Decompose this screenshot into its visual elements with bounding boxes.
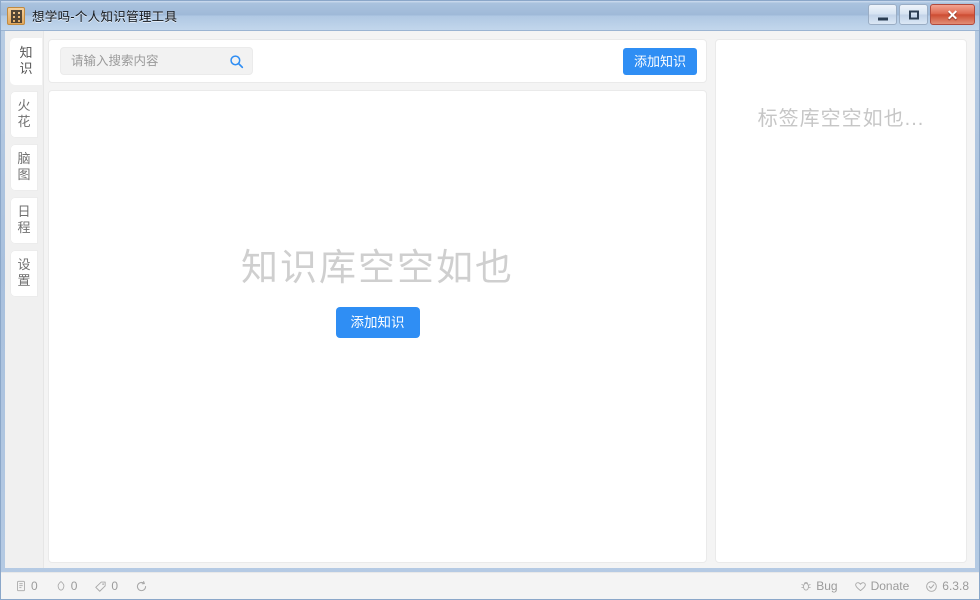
status-spark-count: 0 [55,579,78,593]
sidebar-item-settings[interactable]: 设 置 [10,250,38,297]
status-links: Bug Donate 6.3.8 [800,580,969,593]
sidebar-item-knowledge-char-2: 识 [19,61,33,76]
bug-icon [800,580,812,592]
window-title: 想学吗-个人知识管理工具 [32,10,178,24]
tag-empty-text: 标签库空空如也... [757,108,925,130]
document-icon [15,580,27,592]
status-tag-count: 0 [94,580,118,593]
panes-row: 添加知识 知识库空空如也 添加知识 标签库空空如也... [48,39,967,568]
sidebar-item-settings-char-1: 设 [17,257,31,272]
sidebar-item-schedule-char-2: 程 [17,220,31,235]
tag-icon [94,580,107,593]
bug-link[interactable]: Bug [800,579,838,593]
sidebar-item-spark-char-1: 火 [17,98,31,113]
bug-link-label: Bug [816,579,838,593]
status-spark-count-value: 0 [70,579,78,593]
close-button[interactable]: ✕ [930,4,975,25]
version-label: 6.3.8 [942,579,969,593]
sidebar-item-schedule-char-1: 日 [17,204,31,219]
sidebar-item-knowledge[interactable]: 知 识 [10,38,42,85]
sidebar-rail: 知 识 火 花 脑 图 日 程 设 置 [5,31,44,568]
sidebar-item-spark[interactable]: 火 花 [10,91,38,138]
search-box[interactable] [60,47,253,75]
main-pane: 添加知识 知识库空空如也 添加知识 [48,39,707,563]
search-input[interactable] [71,54,229,68]
add-knowledge-button-empty[interactable]: 添加知识 [335,306,420,339]
status-document-count-value: 0 [31,579,38,593]
app-window: 想学吗-个人知识管理工具 ✕ 知 识 火 花 脑 图 日 程 设 置 请输入搜索… [0,0,980,600]
sidebar-item-settings-char-2: 置 [17,273,31,288]
status-bar: 0 0 0 Bug Donate 6.3.8 [1,572,979,599]
minimize-icon [877,17,888,20]
sidebar-item-mindmap-char-1: 脑 [17,151,31,166]
donate-link-label: Donate [870,579,910,593]
status-document-count: 0 [15,580,38,592]
knowledge-empty-state: 知识库空空如也 添加知识 [241,245,514,339]
window-controls: ✕ [868,4,975,25]
version-indicator[interactable]: 6.3.8 [925,580,969,593]
refresh-button[interactable] [135,580,148,593]
donate-link[interactable]: Donate [854,579,910,593]
add-knowledge-button-toolbar[interactable]: 添加知识 [622,47,697,75]
spark-icon [55,580,67,592]
status-counters: 0 0 0 [15,580,148,593]
maximize-button[interactable] [899,4,928,25]
check-circle-icon [925,580,938,593]
sidebar-item-mindmap-char-2: 图 [17,167,31,182]
content-area: 添加知识 知识库空空如也 添加知识 标签库空空如也... [44,31,975,568]
minimize-button[interactable] [868,4,897,25]
knowledge-empty-title: 知识库空空如也 [241,246,514,288]
sidebar-item-mindmap[interactable]: 脑 图 [10,144,38,191]
sidebar-item-spark-char-2: 花 [17,114,31,129]
toolbar: 添加知识 [48,39,707,83]
sidebar-item-knowledge-char-1: 知 [19,45,33,60]
app-logo-icon [7,6,25,25]
refresh-icon [135,580,148,593]
maximize-icon [908,10,919,19]
sidebar-item-schedule[interactable]: 日 程 [10,197,38,244]
tag-panel: 标签库空空如也... [715,39,967,563]
client-area: 知 识 火 花 脑 图 日 程 设 置 请输入搜索内容 添加知识 知识库空空如也… [5,31,975,568]
search-icon[interactable] [229,54,244,69]
title-bar: 想学吗-个人知识管理工具 ✕ [1,1,979,31]
knowledge-list-pane: 知识库空空如也 添加知识 [48,90,707,563]
close-icon: ✕ [946,6,959,23]
heart-icon [854,580,867,593]
status-tag-count-value: 0 [111,579,119,593]
